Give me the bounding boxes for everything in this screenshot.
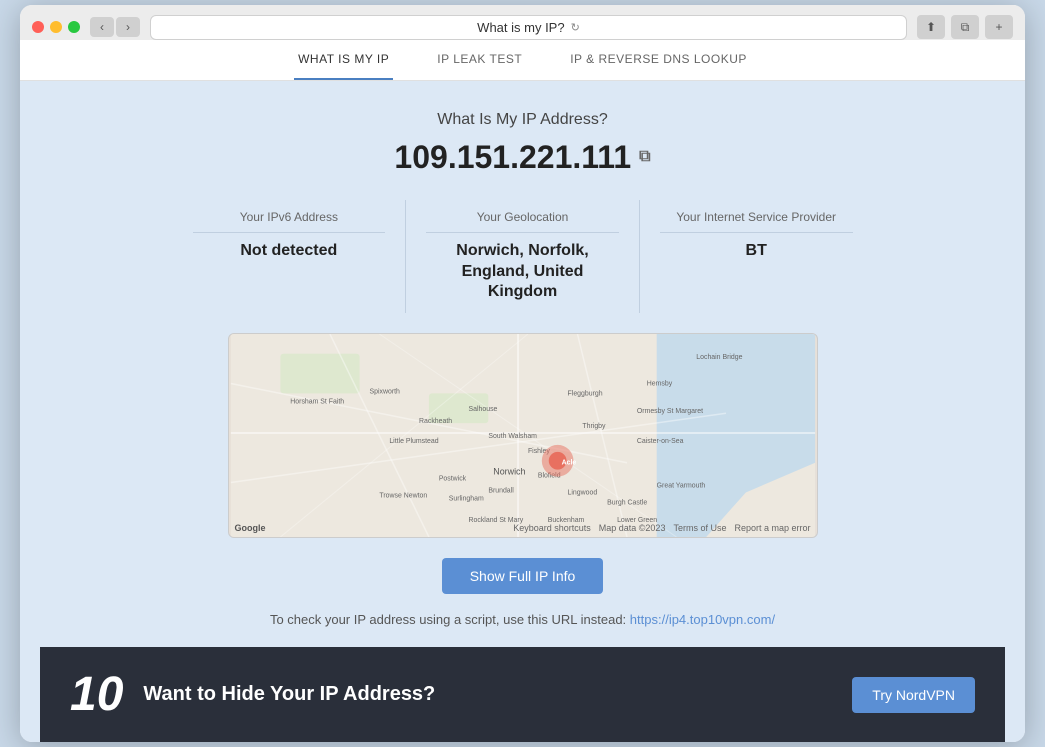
svg-text:Rackheath: Rackheath xyxy=(419,418,452,425)
map-container[interactable]: Norwich Horsham St Faith Spixworth Rackh… xyxy=(228,333,818,538)
hide-ip-left: 10 Want to Hide Your IP Address? xyxy=(70,667,435,722)
new-tab-button[interactable]: + xyxy=(985,15,1013,39)
browser-actions: ⬆ ⧉ + xyxy=(917,15,1013,39)
svg-text:Surlingham: Surlingham xyxy=(448,496,483,503)
report-map-error[interactable]: Report a map error xyxy=(734,523,810,533)
page-title: What Is My IP Address? xyxy=(437,111,607,129)
nav-buttons: ‹ › xyxy=(90,17,140,37)
hide-ip-banner: 10 Want to Hide Your IP Address? Try Nor… xyxy=(40,647,1005,742)
tabs-button[interactable]: ⧉ xyxy=(951,15,979,39)
map-data: Map data ©2023 xyxy=(599,523,666,533)
svg-text:Great Yarmouth: Great Yarmouth xyxy=(656,483,705,490)
svg-text:Lingwood: Lingwood xyxy=(567,490,597,497)
svg-text:Acle: Acle xyxy=(561,460,576,467)
keyboard-shortcuts[interactable]: Keyboard shortcuts xyxy=(513,523,591,533)
map-google-logo: Google xyxy=(235,523,266,533)
script-url-link[interactable]: https://ip4.top10vpn.com/ xyxy=(630,612,775,627)
ip-address-value: 109.151.221.111 xyxy=(394,139,631,176)
tab-ip-reverse-dns[interactable]: IP & REVERSE DNS LOOKUP xyxy=(566,40,751,80)
svg-text:Salhouse: Salhouse xyxy=(468,406,497,413)
try-vpn-button[interactable]: Try NordVPN xyxy=(852,677,975,713)
info-cards: Your IPv6 Address Not detected Your Geol… xyxy=(173,200,873,313)
svg-text:Little Plumstead: Little Plumstead xyxy=(389,438,438,445)
site-navigation: WHAT IS MY IP IP LEAK TEST IP & REVERSE … xyxy=(20,40,1025,81)
traffic-light-yellow[interactable] xyxy=(50,21,62,33)
terms-of-use[interactable]: Terms of Use xyxy=(673,523,726,533)
page-content: What Is My IP Address? 109.151.221.111 ⧉… xyxy=(20,81,1025,742)
map-svg: Norwich Horsham St Faith Spixworth Rackh… xyxy=(229,334,817,537)
svg-text:Fleggburgh: Fleggburgh xyxy=(567,391,602,398)
svg-text:Postwick: Postwick xyxy=(438,476,466,483)
script-text: To check your IP address using a script,… xyxy=(270,612,626,627)
hide-ip-banner-title: Want to Hide Your IP Address? xyxy=(143,683,435,706)
show-full-ip-button[interactable]: Show Full IP Info xyxy=(442,558,604,594)
address-bar[interactable]: What is my IP? ↻ xyxy=(150,15,907,40)
info-card-ipv6: Your IPv6 Address Not detected xyxy=(173,200,407,313)
ipv6-label: Your IPv6 Address xyxy=(193,210,386,233)
hide-ip-logo: 10 xyxy=(70,667,123,722)
isp-label: Your Internet Service Provider xyxy=(660,210,853,233)
share-button[interactable]: ⬆ xyxy=(917,15,945,39)
browser-top-bar: ‹ › What is my IP? ↻ ⬆ ⧉ + xyxy=(32,15,1013,40)
ipv6-value: Not detected xyxy=(193,241,386,262)
isp-value: BT xyxy=(660,241,853,262)
svg-text:Spixworth: Spixworth xyxy=(369,389,400,396)
svg-text:Ormesby St Margaret: Ormesby St Margaret xyxy=(636,408,702,415)
svg-text:South Walsham: South Walsham xyxy=(488,433,537,440)
info-card-geolocation: Your Geolocation Norwich, Norfolk, Engla… xyxy=(406,200,640,313)
svg-text:Brundall: Brundall xyxy=(488,488,514,495)
copy-icon[interactable]: ⧉ xyxy=(639,148,650,166)
reload-icon[interactable]: ↻ xyxy=(571,21,580,34)
geolocation-label: Your Geolocation xyxy=(426,210,619,233)
ip-address-display: 109.151.221.111 ⧉ xyxy=(394,139,650,176)
svg-text:Caister-on-Sea: Caister-on-Sea xyxy=(636,438,683,445)
traffic-lights xyxy=(32,21,80,33)
tab-what-is-my-ip[interactable]: WHAT IS MY IP xyxy=(294,40,393,80)
geolocation-value: Norwich, Norfolk, England, United Kingdo… xyxy=(426,241,619,303)
svg-text:Horsham St Faith: Horsham St Faith xyxy=(290,399,344,406)
nav-forward-button[interactable]: › xyxy=(116,17,140,37)
svg-text:Hemsby: Hemsby xyxy=(646,381,672,388)
svg-text:Burgh Castle: Burgh Castle xyxy=(607,500,647,507)
info-card-isp: Your Internet Service Provider BT xyxy=(640,200,873,313)
browser-chrome: ‹ › What is my IP? ↻ ⬆ ⧉ + xyxy=(20,5,1025,40)
svg-text:Trowse Newton: Trowse Newton xyxy=(379,493,427,500)
script-url-text: To check your IP address using a script,… xyxy=(270,612,775,627)
nav-back-button[interactable]: ‹ xyxy=(90,17,114,37)
traffic-light-green[interactable] xyxy=(68,21,80,33)
tab-ip-leak-test[interactable]: IP LEAK TEST xyxy=(433,40,526,80)
browser-window: ‹ › What is my IP? ↻ ⬆ ⧉ + WHAT IS MY IP… xyxy=(20,5,1025,742)
svg-text:Norwich: Norwich xyxy=(493,467,525,477)
svg-text:Lochain Bridge: Lochain Bridge xyxy=(696,354,742,361)
address-bar-text: What is my IP? xyxy=(477,20,564,35)
map-footer: Keyboard shortcuts Map data ©2023 Terms … xyxy=(513,523,810,533)
traffic-light-red[interactable] xyxy=(32,21,44,33)
svg-text:Thrigby: Thrigby xyxy=(582,423,606,430)
